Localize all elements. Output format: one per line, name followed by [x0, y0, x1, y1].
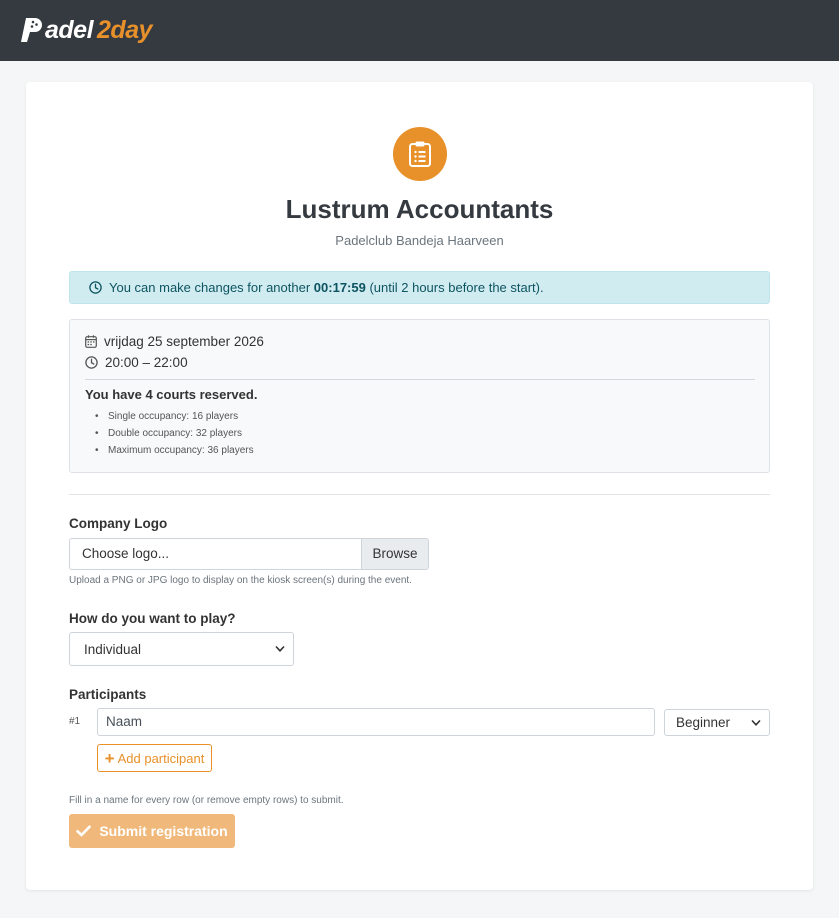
plus-icon: +	[104, 748, 115, 768]
submit-label: Submit registration	[99, 823, 228, 839]
registration-card: Lustrum Accountants Padelclub Bandeja Ha…	[26, 82, 813, 890]
chevron-down-icon	[751, 719, 761, 726]
event-time-row: 20:00 – 22:00	[85, 355, 188, 370]
navbar: adel 2day	[0, 0, 839, 61]
list-item: Maximum occupancy: 36 players	[95, 442, 254, 459]
logo-file-placeholder[interactable]: Choose logo...	[70, 539, 361, 569]
participant-number: #1	[69, 716, 81, 727]
event-date: vrijdag 25 september 2026	[104, 334, 264, 349]
occupancy-list: Single occupancy: 16 players Double occu…	[95, 408, 254, 459]
padel-racket-icon	[21, 18, 42, 42]
event-venue: Padelclub Bandeja Haarveen	[335, 233, 504, 248]
play-mode-select[interactable]: Individual	[69, 632, 294, 666]
participants-label: Participants	[69, 687, 147, 702]
participant-level-select[interactable]: Beginner	[664, 709, 770, 736]
clipboard-list-icon	[393, 127, 447, 181]
clock-icon	[85, 356, 98, 369]
brand-name-white: adel	[45, 16, 94, 44]
add-participant-button[interactable]: + Add participant	[97, 744, 212, 772]
chevron-down-icon	[275, 645, 285, 652]
logo-help-text: Upload a PNG or JPG logo to display on t…	[69, 575, 412, 586]
participant-name-input[interactable]: Naam	[97, 708, 655, 736]
participants-help-text: Fill in a name for every row (or remove …	[69, 795, 344, 806]
change-deadline-alert: You can make changes for another 00:17:5…	[69, 271, 770, 304]
courts-reserved: You have 4 courts reserved.	[85, 387, 258, 402]
browse-button[interactable]: Browse	[361, 539, 428, 569]
alert-countdown: 00:17:59	[313, 280, 366, 295]
participant-level-selected: Beginner	[676, 715, 731, 730]
add-participant-label: Add participant	[117, 750, 205, 766]
divider	[85, 379, 755, 380]
brand-logo[interactable]: adel 2day	[20, 14, 153, 46]
event-time: 20:00 – 22:00	[105, 355, 188, 370]
alert-suffix: (until 2 hours before the start).	[369, 280, 544, 295]
logo-file-input[interactable]: Choose logo... Browse	[69, 538, 429, 570]
submit-registration-button[interactable]: Submit registration	[69, 814, 235, 848]
play-mode-selected: Individual	[84, 641, 142, 657]
event-info-box: vrijdag 25 september 2026 20:00 – 22:00 …	[69, 319, 770, 473]
event-date-row: vrijdag 25 september 2026	[85, 334, 264, 349]
brand-name-orange: 2day	[97, 16, 153, 44]
section-divider	[69, 494, 770, 495]
play-mode-label: How do you want to play?	[69, 611, 236, 626]
company-logo-label: Company Logo	[69, 516, 168, 531]
list-item: Single occupancy: 16 players	[95, 408, 254, 425]
clock-icon	[89, 281, 102, 294]
calendar-icon	[85, 335, 97, 348]
event-title: Lustrum Accountants	[285, 194, 554, 224]
list-item: Double occupancy: 32 players	[95, 425, 254, 442]
check-icon	[76, 825, 92, 837]
alert-prefix: You can make changes for another	[109, 280, 311, 295]
